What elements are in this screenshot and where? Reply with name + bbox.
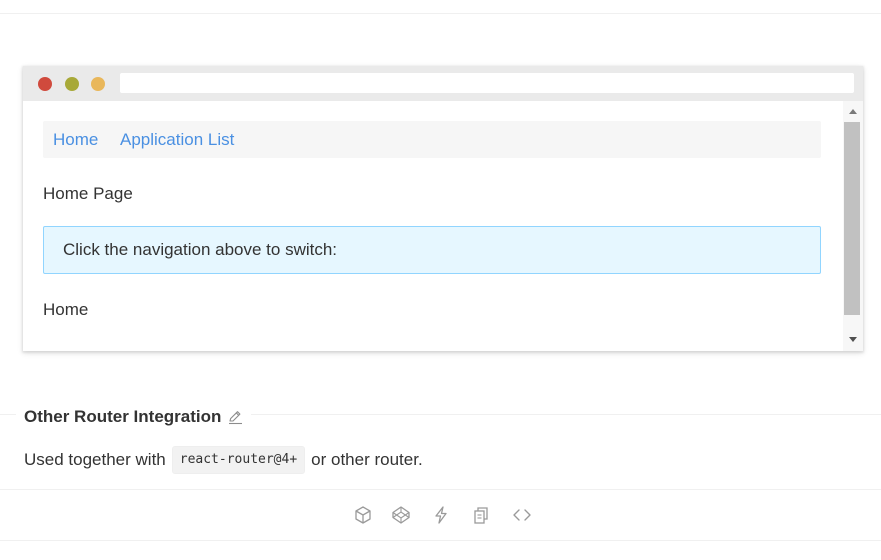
browser-title-bar bbox=[23, 66, 863, 101]
codepen-icon[interactable] bbox=[391, 505, 411, 525]
address-bar bbox=[120, 73, 854, 93]
actions-divider-bottom bbox=[0, 540, 881, 541]
demo-nav: Home Application List bbox=[43, 121, 821, 158]
actions-divider-top bbox=[0, 489, 881, 490]
browser-content: Home Application List Home Page Click th… bbox=[23, 101, 843, 351]
codesandbox-icon[interactable] bbox=[353, 505, 373, 525]
thunderbolt-icon[interactable] bbox=[431, 505, 451, 525]
minimize-dot bbox=[65, 77, 79, 91]
description-text-after: or other router. bbox=[311, 450, 423, 469]
vertical-scrollbar[interactable] bbox=[843, 101, 863, 351]
nav-link-home[interactable]: Home bbox=[53, 130, 98, 150]
browser-mockup: Home Application List Home Page Click th… bbox=[23, 66, 863, 351]
section-description: Used together with react-router@4+ or ot… bbox=[24, 446, 423, 474]
route-output: Home bbox=[43, 300, 89, 319]
section-title: Other Router Integration bbox=[24, 407, 222, 426]
edit-icon[interactable] bbox=[227, 409, 243, 425]
info-alert: Click the navigation above to switch: bbox=[43, 226, 821, 274]
maximize-dot bbox=[91, 77, 105, 91]
description-text-before: Used together with bbox=[24, 450, 166, 469]
copy-icon[interactable] bbox=[471, 505, 491, 525]
expand-code-icon[interactable] bbox=[512, 505, 532, 525]
scrollbar-thumb[interactable] bbox=[844, 122, 860, 315]
page-title: Home Page bbox=[43, 184, 133, 203]
top-divider bbox=[0, 13, 881, 14]
inline-code: react-router@4+ bbox=[171, 446, 306, 474]
section-heading: Other Router Integration bbox=[16, 404, 252, 430]
scroll-up-arrow-icon[interactable] bbox=[849, 109, 857, 114]
alert-message: Click the navigation above to switch: bbox=[63, 240, 338, 259]
scroll-down-arrow-icon[interactable] bbox=[849, 337, 857, 342]
close-dot bbox=[38, 77, 52, 91]
nav-link-application-list[interactable]: Application List bbox=[120, 130, 234, 150]
